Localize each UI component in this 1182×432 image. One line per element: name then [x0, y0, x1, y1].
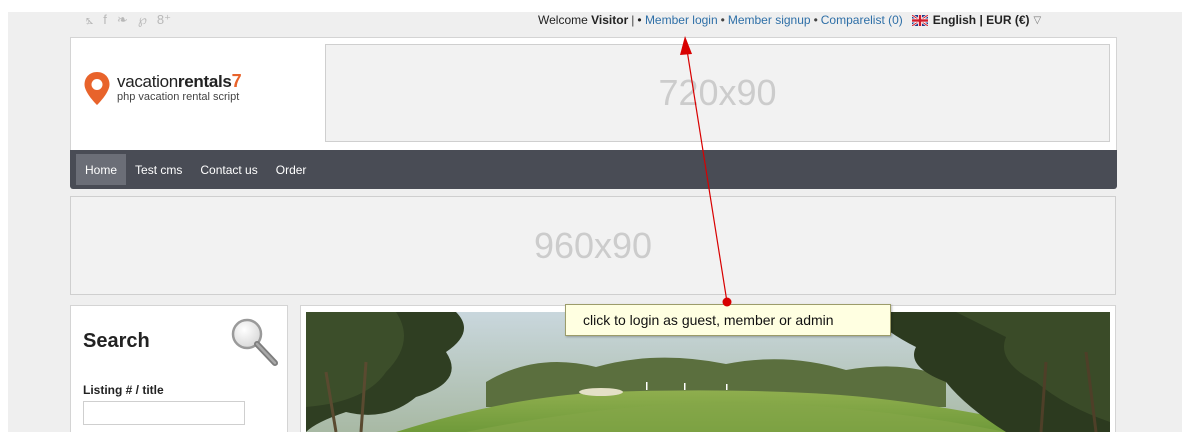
- bullet-separator: •: [813, 13, 818, 27]
- nav-item-home[interactable]: Home: [76, 154, 127, 185]
- top-bar-links: Welcome Visitor | • Member login • Membe…: [538, 12, 1041, 28]
- member-login-link[interactable]: Member login: [645, 13, 718, 27]
- logo-wordmark: vacationrentals7: [117, 71, 242, 91]
- logo-text: vacationrentals7 php vacation rental scr…: [117, 71, 242, 104]
- listing-input[interactable]: [83, 401, 245, 425]
- language-currency-selector[interactable]: English | EUR (€): [933, 13, 1030, 27]
- logo-tagline: php vacation rental script: [117, 91, 240, 103]
- member-signup-link[interactable]: Member signup: [728, 13, 811, 27]
- logo-number: 7: [231, 71, 242, 91]
- pinterest-icon[interactable]: ℘: [138, 12, 147, 28]
- visitor-name: Visitor: [591, 13, 629, 27]
- nav-item-order[interactable]: Order: [267, 154, 316, 185]
- search-title: Search: [83, 330, 150, 352]
- rss-icon[interactable]: ⦩: [86, 12, 93, 28]
- main-nav: Home Test cms Contact us Order: [70, 150, 1117, 189]
- uk-flag-icon[interactable]: [911, 14, 928, 26]
- facebook-icon[interactable]: f: [103, 12, 107, 28]
- search-sidebar: Search Listing # / title: [70, 305, 288, 432]
- map-pin-icon: [83, 71, 111, 107]
- listing-label: Listing # / title: [83, 383, 164, 397]
- bullet-separator: •: [720, 13, 725, 27]
- welcome-text: Welcome: [538, 13, 588, 27]
- comparelist-link[interactable]: Comparelist (0): [821, 13, 903, 27]
- banner-720x90[interactable]: 720x90: [325, 44, 1110, 142]
- banner-960x90[interactable]: 960x90: [70, 196, 1116, 295]
- nav-item-test-cms[interactable]: Test cms: [126, 154, 191, 185]
- googleplus-icon[interactable]: 8⁺: [157, 12, 171, 28]
- magnifier-icon: [225, 314, 281, 373]
- social-icons: ⦩ f ❧ ℘ 8⁺: [86, 12, 171, 28]
- logo-light: vacation: [117, 72, 178, 91]
- logo-bold: rentals: [177, 72, 232, 91]
- chevron-down-icon[interactable]: ▽: [1034, 15, 1042, 26]
- login-hint-tooltip: click to login as guest, member or admin: [565, 304, 891, 336]
- pipe-separator: |: [631, 13, 635, 27]
- site-logo[interactable]: vacationrentals7 php vacation rental scr…: [83, 71, 242, 107]
- twitter-icon[interactable]: ❧: [117, 12, 128, 28]
- nav-item-contact-us[interactable]: Contact us: [191, 154, 266, 185]
- bullet-separator: •: [637, 13, 642, 27]
